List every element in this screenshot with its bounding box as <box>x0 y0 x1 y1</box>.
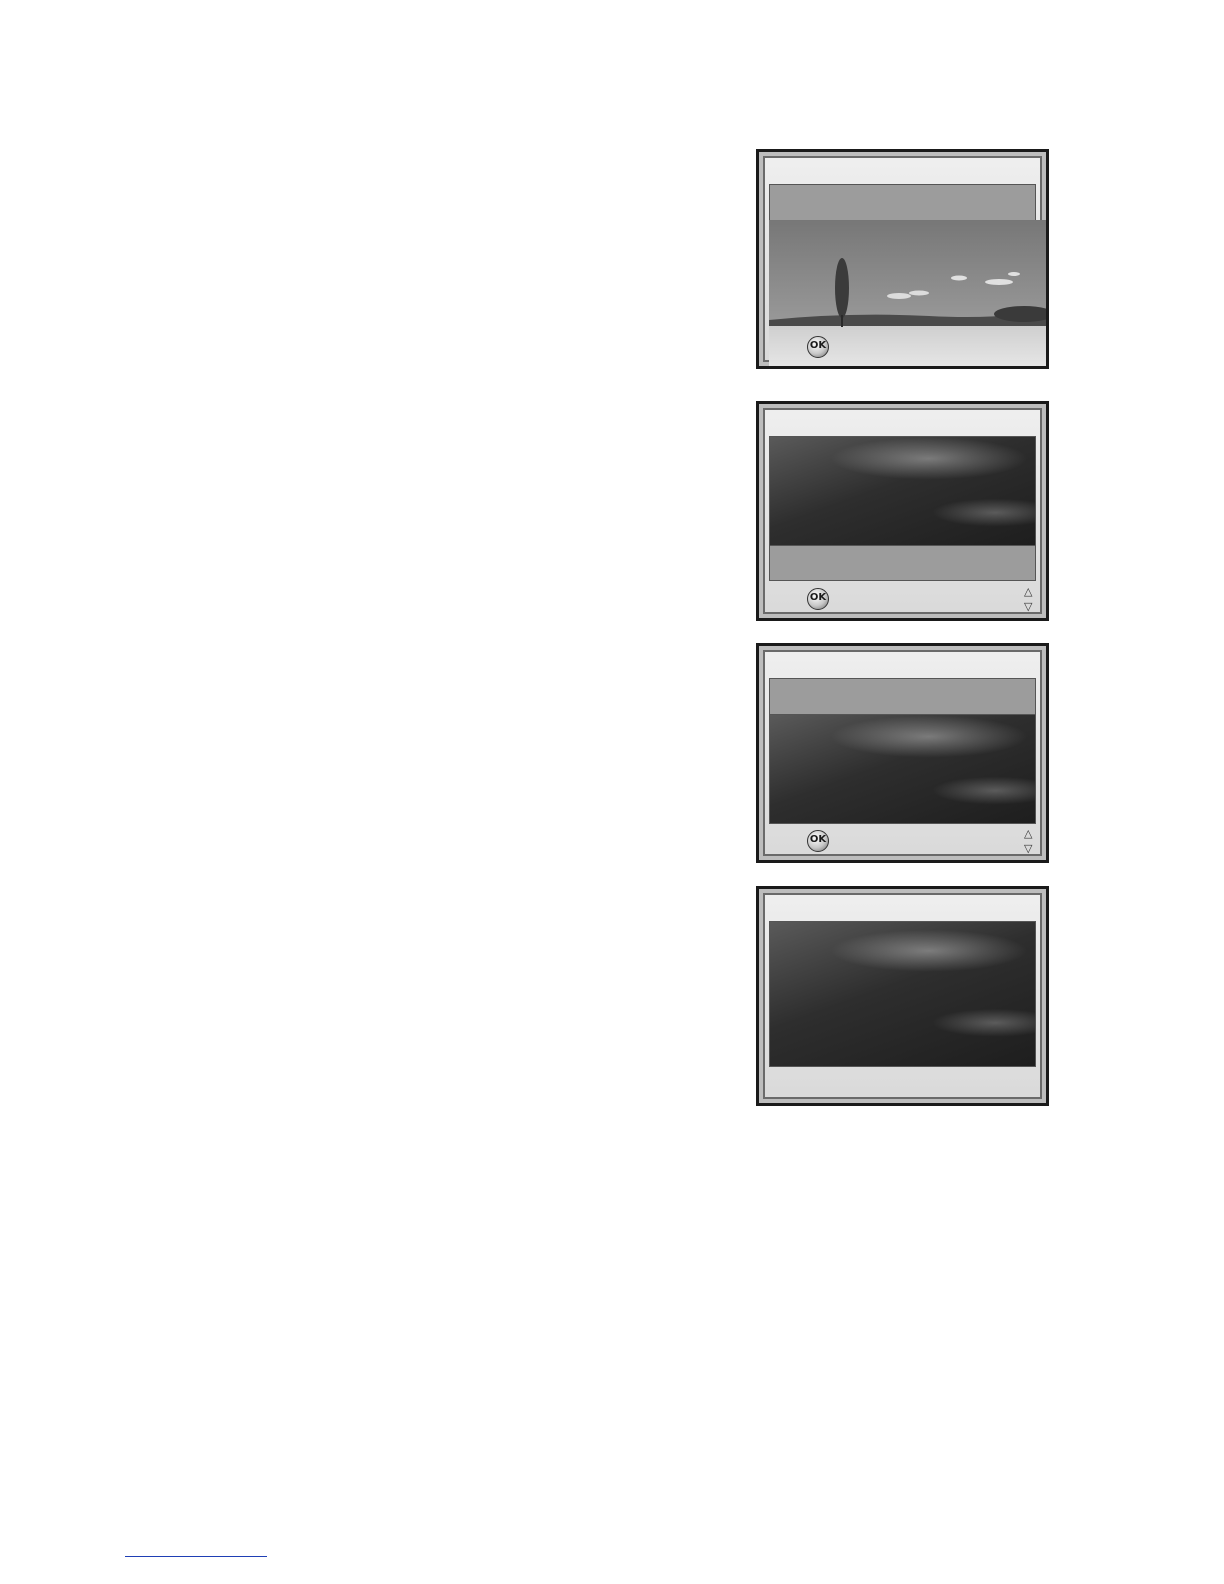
ok-button-icon[interactable]: OK <box>807 830 829 852</box>
menu-highlight-bar <box>769 678 1036 714</box>
ok-label: OK <box>809 340 827 351</box>
ok-button-icon[interactable]: OK <box>807 336 829 358</box>
menu-panel <box>769 714 1036 824</box>
footer-link-underline[interactable] <box>125 1556 267 1557</box>
lcd-screen-2: OK △ ▽ <box>756 401 1049 621</box>
menu-highlight-bar <box>769 546 1036 581</box>
arrow-up-icon[interactable]: △ <box>1024 584 1036 599</box>
lcd-screen-1: OK <box>756 149 1049 369</box>
lcd-screen-3: OK △ ▽ <box>756 643 1049 863</box>
lcd-screen-4 <box>756 886 1049 1106</box>
menu-panel <box>769 436 1036 546</box>
scroll-arrows: △ ▽ <box>1024 584 1036 614</box>
arrow-down-icon[interactable]: ▽ <box>1024 841 1036 856</box>
scroll-arrows: △ ▽ <box>1024 826 1036 856</box>
arrow-down-icon[interactable]: ▽ <box>1024 599 1036 614</box>
ok-button-icon[interactable]: OK <box>807 588 829 610</box>
ok-label: OK <box>809 834 827 845</box>
ok-label: OK <box>809 592 827 603</box>
menu-highlight-bar <box>769 184 1036 220</box>
arrow-up-icon[interactable]: △ <box>1024 826 1036 841</box>
menu-panel <box>769 921 1036 1067</box>
